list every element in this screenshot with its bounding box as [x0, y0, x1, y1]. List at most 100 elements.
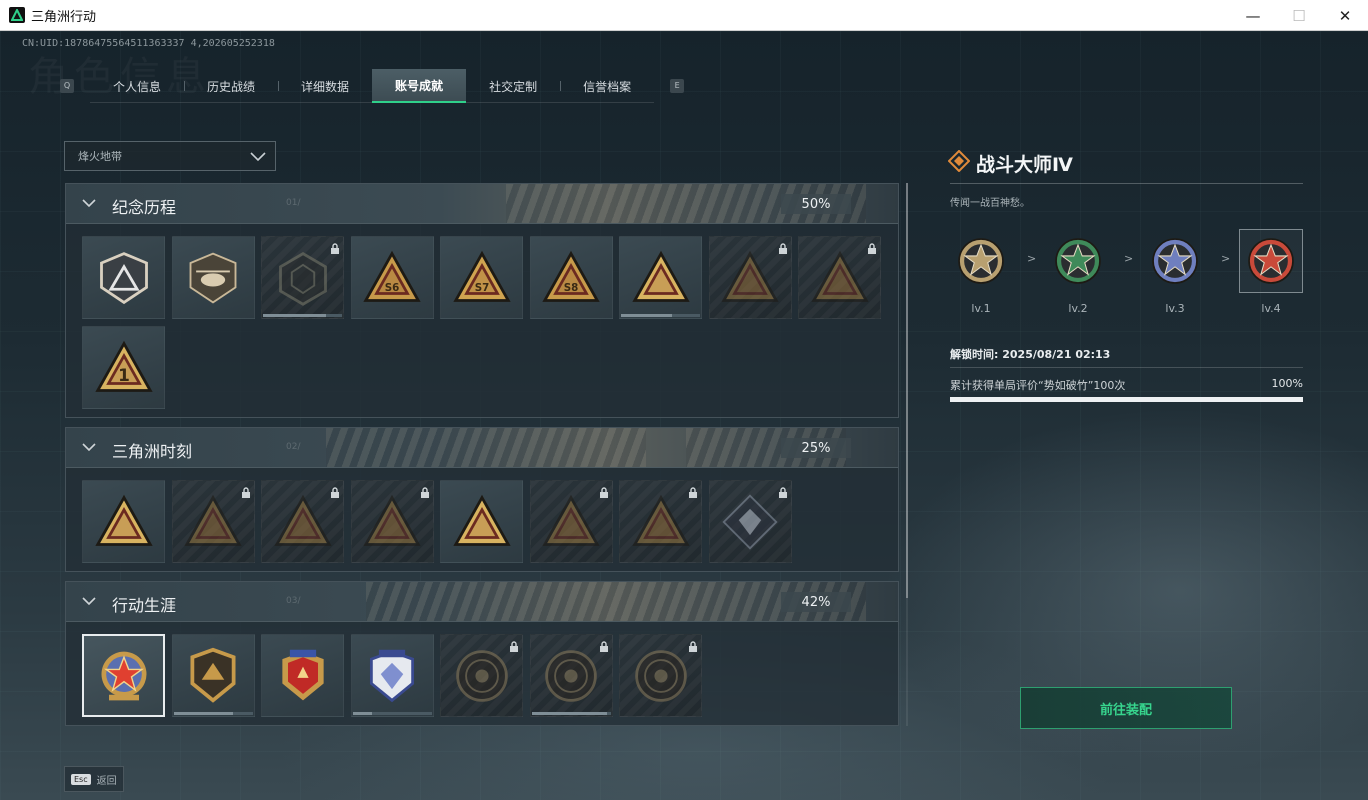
- unlock-time: 解锁时间: 2025/08/21 02:13: [950, 348, 1111, 361]
- soldier-triangle-emblem-icon: [810, 250, 869, 302]
- lock-icon: [330, 240, 340, 259]
- achievement-badge[interactable]: [798, 236, 881, 319]
- gold-shield-emblem-icon: [190, 647, 236, 703]
- achievement-badge[interactable]: S7: [440, 236, 523, 319]
- achievement-badge[interactable]: 1: [82, 326, 165, 409]
- achievement-badge[interactable]: [529, 480, 613, 563]
- section-percent: 25%: [781, 438, 851, 458]
- lock-icon: [688, 484, 698, 503]
- svg-text:S7: S7: [474, 282, 489, 294]
- lock-icon: [330, 484, 340, 503]
- next-tab-key[interactable]: E: [670, 79, 685, 93]
- achievement-badge[interactable]: [261, 480, 344, 563]
- dark-shield-emblem-icon: [278, 251, 327, 306]
- achievement-badge[interactable]: [171, 236, 255, 319]
- lock-icon: [778, 484, 788, 503]
- woman-triangle-emblem-icon: [721, 250, 779, 302]
- section-header[interactable]: 行动生涯 03/42%: [66, 582, 898, 622]
- tab-3[interactable]: 详细数据: [278, 69, 372, 103]
- achievement-badge[interactable]: [171, 634, 255, 717]
- achievement-badge[interactable]: S6: [350, 236, 434, 319]
- diamond-card-emblem-icon: [722, 493, 778, 550]
- level-star-medal-icon: [1248, 238, 1294, 284]
- mode-select[interactable]: 烽火地带: [64, 141, 276, 171]
- esc-key: Esc: [71, 773, 91, 785]
- section-header[interactable]: 纪念历程 01/50%: [66, 184, 898, 224]
- tab-6[interactable]: 信誉档案: [560, 69, 654, 103]
- achievement-section-3: 行动生涯 03/42%: [65, 581, 899, 726]
- achievement-badge[interactable]: [619, 634, 702, 717]
- go-equip-button[interactable]: 前往装配: [1020, 687, 1232, 729]
- section-index: 01/: [286, 198, 301, 208]
- combat-master-star-emblem-icon: [101, 651, 146, 700]
- achievement-badge[interactable]: [261, 236, 344, 319]
- detail-title: 战斗大师Ⅳ: [976, 154, 1073, 176]
- s6-triangle-emblem-icon: S6: [363, 250, 421, 302]
- achievement-badge[interactable]: [619, 480, 702, 563]
- tab-5[interactable]: 社交定制: [466, 69, 560, 103]
- fist-triangle-emblem-icon: [631, 494, 690, 546]
- achievement-badge[interactable]: [708, 236, 792, 319]
- achievement-badge[interactable]: [171, 480, 255, 563]
- robot-triangle-emblem-icon: [184, 494, 242, 546]
- runner-triangle-emblem-icon: [273, 494, 332, 546]
- tab-1[interactable]: 个人信息: [90, 69, 184, 103]
- chevron-down-icon[interactable]: [81, 595, 97, 607]
- achievement-badge[interactable]: [82, 634, 165, 717]
- level-separator: >: [1221, 252, 1231, 265]
- skull-coin-emblem-icon: [545, 649, 597, 702]
- achievement-badge[interactable]: [708, 480, 792, 563]
- close-button[interactable]: ✕: [1322, 0, 1368, 31]
- badge-progress-bar: [352, 712, 432, 715]
- achievement-badge[interactable]: [440, 634, 523, 717]
- achievement-badge[interactable]: [82, 480, 165, 563]
- level-separator: >: [1027, 252, 1037, 265]
- condition-progress-bar: [950, 397, 1303, 402]
- crowd-triangle-emblem-icon: [542, 494, 600, 546]
- badge-progress-bar: [173, 712, 253, 715]
- achievement-badge[interactable]: [619, 236, 702, 319]
- achievement-badge[interactable]: [82, 236, 165, 319]
- level-badge-3[interactable]: [1143, 229, 1207, 293]
- detail-description: 传闻一战百神愁。: [950, 198, 1030, 209]
- tab-2[interactable]: 历史战绩: [184, 69, 278, 103]
- condition-text: 累计获得单局评价“势如破竹”100次: [950, 379, 1126, 392]
- section-header[interactable]: 三角洲时刻 02/25%: [66, 428, 898, 468]
- achievement-badge[interactable]: [529, 634, 613, 717]
- achievement-badge[interactable]: S8: [529, 236, 613, 319]
- achievement-badge[interactable]: [350, 634, 434, 717]
- achievement-badge[interactable]: [350, 480, 434, 563]
- s7-triangle-emblem-icon: S7: [452, 250, 511, 302]
- lock-icon: [241, 484, 251, 503]
- svg-text:1: 1: [118, 365, 130, 385]
- section-percent: 42%: [781, 592, 851, 612]
- chevron-down-icon[interactable]: [81, 197, 97, 209]
- helmet-coin-emblem-icon: [455, 649, 508, 702]
- mode-select-value: 烽火地带: [78, 150, 122, 163]
- section-title: 三角洲时刻: [112, 442, 193, 461]
- level-badge-4[interactable]: [1239, 229, 1303, 293]
- prev-tab-key[interactable]: Q: [60, 79, 74, 93]
- level-label: lv.3: [1165, 302, 1185, 315]
- scrollbar-thumb[interactable]: [906, 183, 908, 598]
- lock-icon: [599, 638, 609, 657]
- back-button[interactable]: Esc 返回: [64, 766, 124, 792]
- chevron-down-icon[interactable]: [81, 441, 97, 453]
- lock-icon: [420, 484, 430, 503]
- level-badge-1[interactable]: [949, 229, 1013, 293]
- maximize-button[interactable]: ☐: [1276, 0, 1322, 31]
- level-star-medal-icon: [1152, 238, 1198, 284]
- bottle-triangle-emblem-icon: [94, 494, 153, 546]
- minimize-button[interactable]: —: [1230, 0, 1276, 31]
- level-label: lv.4: [1261, 302, 1281, 315]
- tab-bar: Q 个人信息 历史战绩 详细数据 账号成就 社交定制 信誉档案 E: [60, 69, 685, 103]
- tab-list: 个人信息 历史战绩 详细数据 账号成就 社交定制 信誉档案: [90, 69, 655, 103]
- achievement-badge[interactable]: [440, 480, 523, 563]
- level-badge-2[interactable]: [1046, 229, 1110, 293]
- achievement-badge[interactable]: [261, 634, 344, 717]
- diamond-shield-emblem-icon: [369, 649, 415, 702]
- level-label: lv.1: [971, 302, 991, 315]
- level-star-medal-icon: [958, 238, 1004, 284]
- section-index: 02/: [286, 442, 301, 452]
- tab-4[interactable]: 账号成就: [372, 69, 467, 103]
